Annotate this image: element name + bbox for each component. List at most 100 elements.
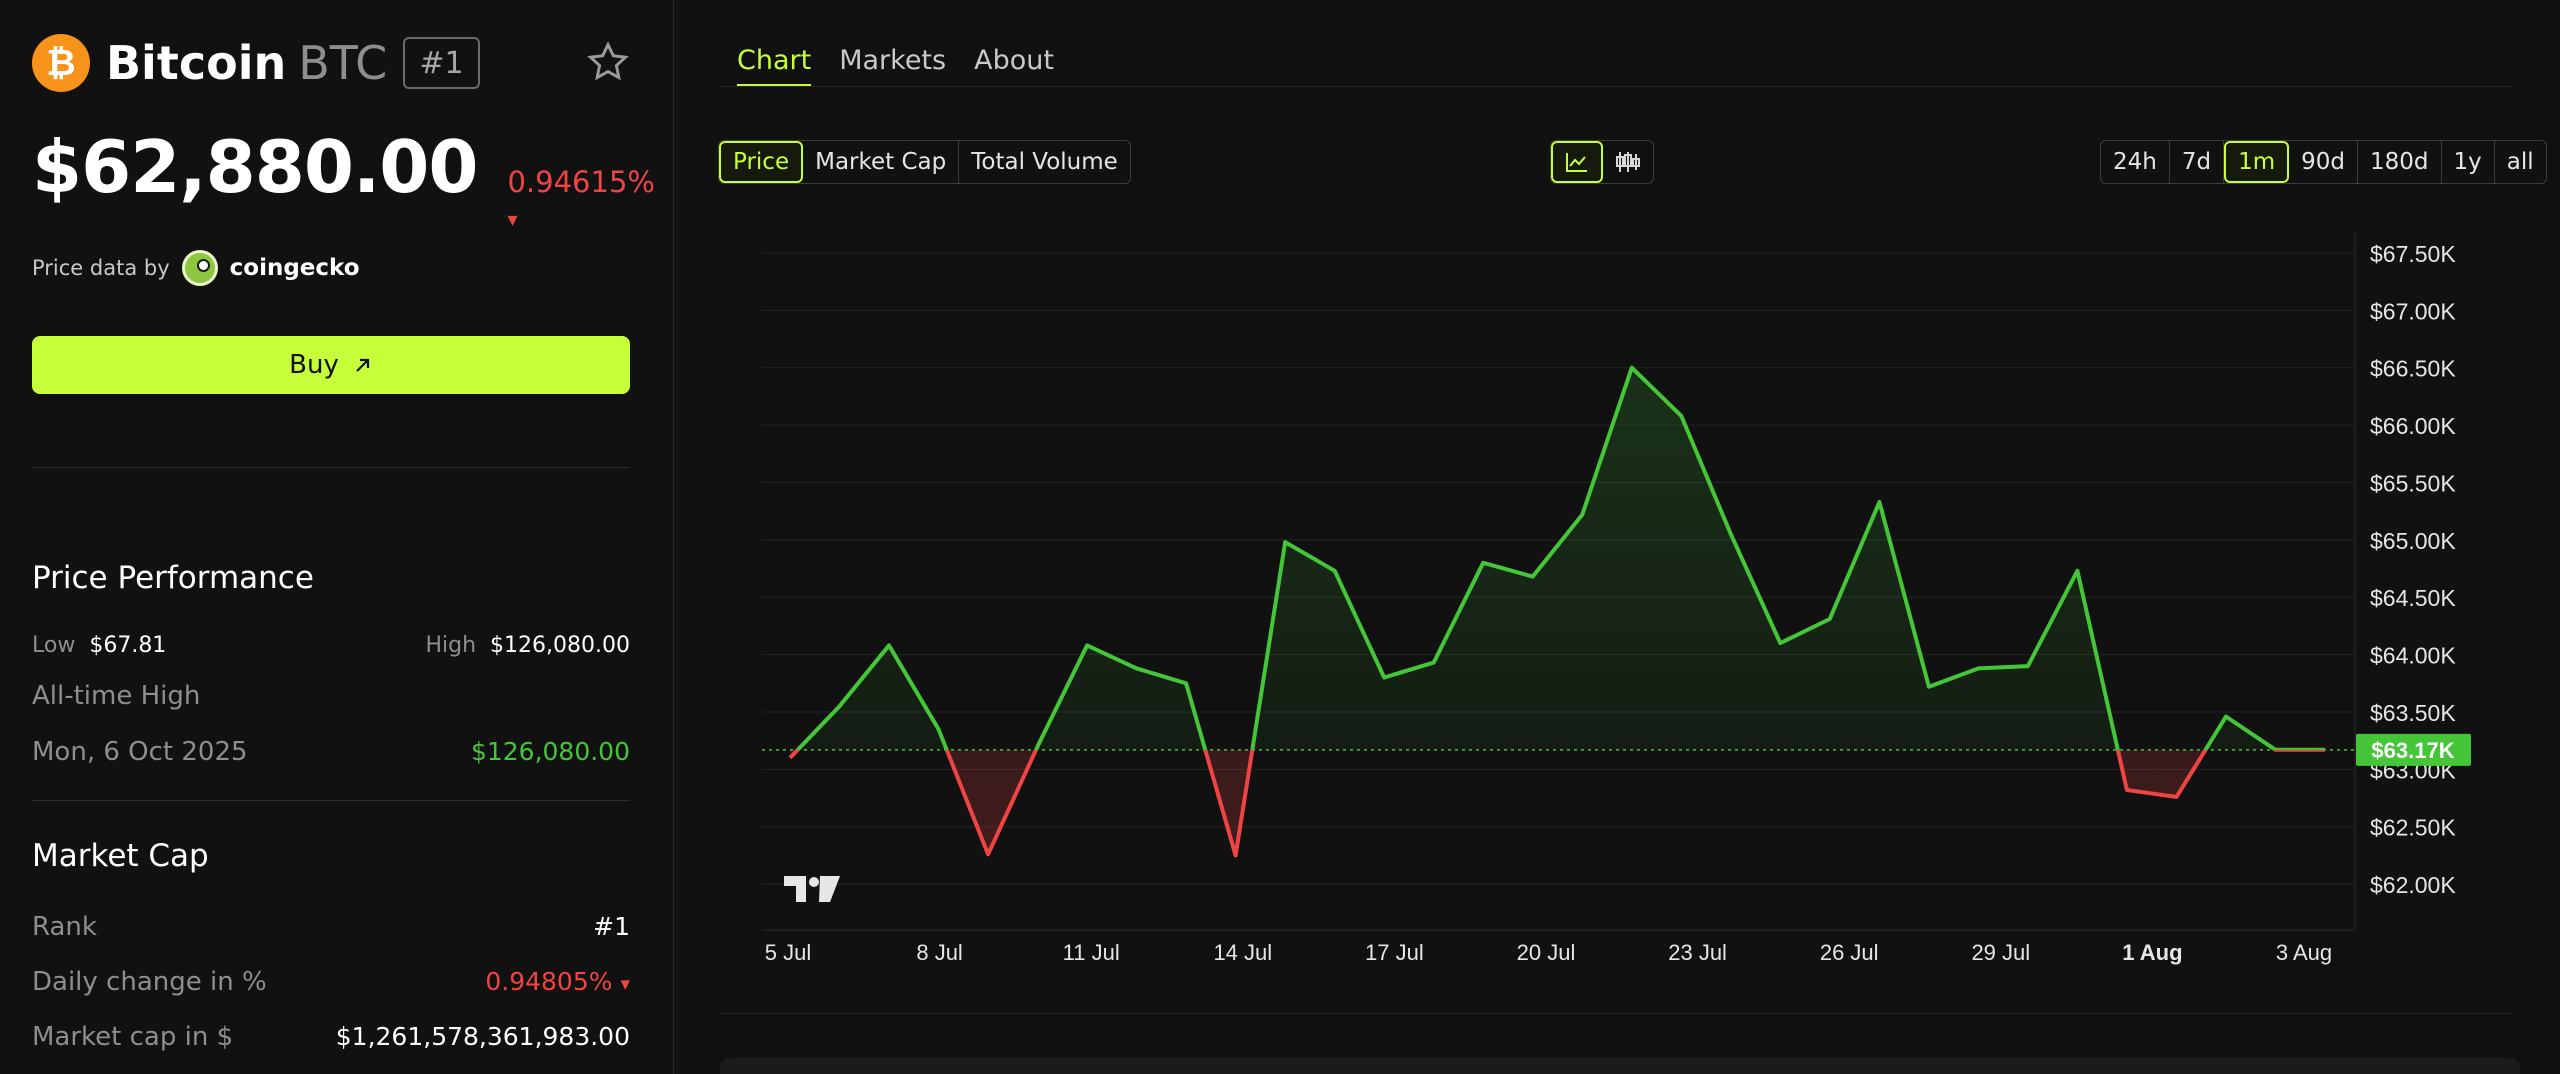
data-point — [2125, 788, 2129, 792]
data-point — [1333, 569, 1337, 573]
current-price: $62,880.00 — [32, 125, 478, 209]
data-point — [1184, 681, 1188, 685]
range-7d-button[interactable]: 7d — [2170, 141, 2225, 183]
favorite-star-icon[interactable] — [586, 40, 630, 84]
data-point — [986, 852, 990, 856]
x-tick-label: 29 Jul — [1971, 940, 2030, 965]
candlestick-icon — [1616, 152, 1640, 172]
down-arrow-icon: ▾ — [620, 973, 630, 995]
x-tick-label: 8 Jul — [916, 940, 962, 965]
divider — [32, 800, 630, 801]
data-point — [2224, 715, 2228, 719]
y-tick-label: $64.00K — [2370, 643, 2456, 669]
x-tick-label: 23 Jul — [1668, 940, 1727, 965]
data-point — [1036, 744, 1040, 748]
price-chart-svg[interactable]: $67.50K $67.00K $66.50K $66.00K $65.50K $65.0… — [720, 230, 2480, 990]
coingecko-logo-icon — [181, 250, 218, 286]
data-point — [1580, 513, 1584, 517]
metric-market-cap-button[interactable]: Market Cap — [803, 141, 960, 183]
daily-change-value: 0.94805% ▾ — [485, 967, 630, 996]
high-label: High — [425, 633, 477, 658]
data-point — [1531, 575, 1535, 579]
y-tick-label: $62.00K — [2370, 872, 2456, 898]
low-value: $67.81 — [89, 633, 167, 658]
market-cap-value: $1,261,578,361,983.00 — [335, 1022, 630, 1051]
metric-total-volume-button[interactable]: Total Volume — [959, 141, 1130, 183]
rank-row: Rank #1 — [32, 912, 630, 942]
price-data-label: Price data by — [32, 256, 170, 280]
section-divider — [720, 1013, 2512, 1014]
line-chart-button[interactable] — [1551, 141, 1603, 183]
metric-price-button[interactable]: Price — [719, 141, 804, 183]
daily-change-row: Daily change in % 0.94805% ▾ — [32, 967, 630, 997]
chart-type-selector — [1550, 140, 1654, 184]
data-point — [1630, 366, 1634, 370]
rank-label: Rank — [32, 912, 97, 942]
y-tick-label: $65.50K — [2370, 470, 2456, 496]
ath-date: Mon, 6 Oct 2025 — [32, 737, 248, 767]
price-chart[interactable]: $67.50K $67.00K $66.50K $66.00K $65.50K $65.0… — [720, 230, 2480, 990]
x-tick-label: 26 Jul — [1820, 940, 1879, 965]
range-1m-button[interactable]: 1m — [2224, 141, 2290, 183]
data-point — [1679, 414, 1683, 418]
tabs-divider — [720, 86, 2512, 87]
coin-sidebar: ₿ Bitcoin BTC #1 $62,880.00 0.94615% ▾ P… — [0, 0, 674, 1074]
range-all-button[interactable]: all — [2495, 141, 2546, 183]
data-point — [2075, 569, 2079, 573]
y-tick-label: $66.50K — [2370, 356, 2456, 382]
data-point — [838, 704, 842, 708]
market-cap-title: Market Cap — [32, 838, 209, 874]
baseline-label: $63.17K — [2371, 738, 2454, 763]
high-value: $126,080.00 — [490, 633, 630, 658]
data-point — [1729, 532, 1733, 536]
x-tick-label: 1 Aug — [2122, 940, 2182, 965]
data-point — [1432, 661, 1436, 665]
y-tick-label: $64.50K — [2370, 585, 2456, 611]
y-tick-label: $67.00K — [2370, 298, 2456, 324]
range-180d-button[interactable]: 180d — [2358, 141, 2442, 183]
data-point — [788, 756, 792, 760]
x-tick-label: 5 Jul — [765, 940, 811, 965]
data-point — [1382, 676, 1386, 680]
y-tick-label: $65.00K — [2370, 528, 2456, 554]
data-point — [2273, 748, 2277, 752]
candlestick-chart-button[interactable] — [1603, 141, 1653, 183]
y-tick-label: $63.50K — [2370, 700, 2456, 726]
tab-chart[interactable]: Chart — [737, 45, 812, 87]
main-tabs: Chart Markets About — [737, 45, 1082, 87]
x-tick-label: 17 Jul — [1365, 940, 1424, 965]
low-high-range: Low $67.81 High $126,080.00 — [32, 633, 630, 658]
data-point — [1085, 643, 1089, 647]
daily-change-label: Daily change in % — [32, 967, 267, 997]
rank-value: #1 — [593, 912, 630, 941]
data-point — [937, 727, 941, 731]
price-data-provider[interactable]: coingecko — [230, 255, 360, 281]
metric-selector: Price Market Cap Total Volume — [718, 140, 1131, 184]
tab-about[interactable]: About — [974, 45, 1054, 87]
line-chart-icon — [1566, 153, 1587, 172]
divider — [32, 467, 630, 468]
data-point — [1976, 666, 1980, 670]
tradingview-logo-icon — [784, 876, 840, 902]
data-point — [1828, 617, 1832, 621]
price-performance-title: Price Performance — [32, 560, 314, 596]
down-arrow-icon: ▾ — [507, 207, 518, 231]
rank-badge: #1 — [403, 37, 480, 89]
bitcoin-logo-icon: ₿ — [32, 34, 90, 92]
tab-markets[interactable]: Markets — [839, 45, 946, 87]
data-point — [1481, 561, 1485, 565]
range-1y-button[interactable]: 1y — [2442, 141, 2495, 183]
market-cap-label: Market cap in $ — [32, 1022, 234, 1052]
x-tick-label: 14 Jul — [1213, 940, 1272, 965]
buy-button[interactable]: Buy — [32, 336, 630, 394]
data-point — [1778, 641, 1782, 645]
low-label: Low — [32, 633, 76, 658]
data-point — [1135, 666, 1139, 670]
range-24h-button[interactable]: 24h — [2101, 141, 2170, 183]
price-change: 0.94615% ▾ — [507, 165, 655, 231]
buy-button-label: Buy — [289, 350, 339, 380]
arrow-up-right-icon — [356, 358, 369, 372]
range-90d-button[interactable]: 90d — [2289, 141, 2358, 183]
ath-label: All-time High — [32, 681, 201, 711]
next-section-card — [720, 1058, 2520, 1074]
